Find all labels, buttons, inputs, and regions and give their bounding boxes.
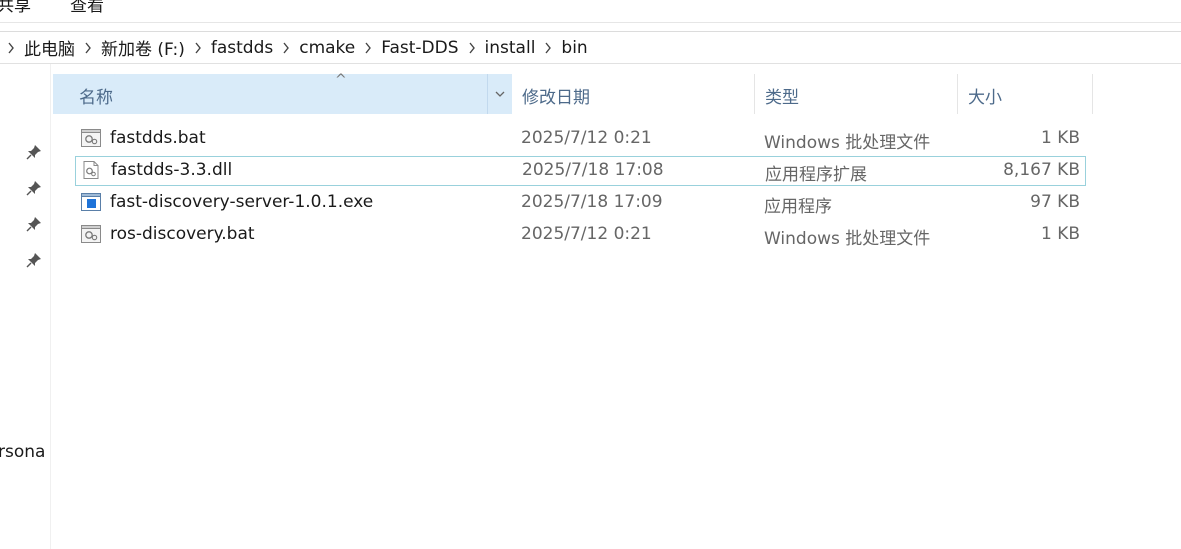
file-date: 2025/7/12 0:21: [521, 128, 652, 148]
exe-file-icon: [81, 193, 101, 211]
sort-ascending-icon: ^: [335, 72, 347, 88]
breadcrumb: 此电脑 新加卷 (F:) fastdds cmake Fast-DDS inst…: [0, 32, 590, 63]
file-size: 1 KB: [1040, 128, 1080, 148]
breadcrumb-item-fast-dds[interactable]: Fast-DDS: [379, 38, 460, 58]
column-header-date[interactable]: 修改日期: [512, 74, 754, 114]
chevron-right-icon[interactable]: [461, 42, 483, 54]
file-name: ros-discovery.bat: [110, 224, 255, 244]
chevron-right-icon[interactable]: [0, 42, 22, 54]
file-date: 2025/7/12 0:21: [521, 224, 652, 244]
column-header-size[interactable]: 大小: [958, 74, 1092, 114]
breadcrumb-item-bin[interactable]: bin: [559, 38, 589, 58]
file-row[interactable]: fast-discovery-server-1.0.1.exe 2025/7/1…: [75, 188, 1086, 218]
breadcrumb-item-install[interactable]: install: [483, 38, 538, 58]
chevron-right-icon[interactable]: [357, 42, 379, 54]
column-header-size-label: 大小: [968, 88, 1002, 108]
tab-view[interactable]: 查看: [70, 0, 104, 16]
breadcrumb-item-this-pc[interactable]: 此电脑: [22, 35, 77, 60]
file-row[interactable]: fastdds.bat 2025/7/12 0:21 Windows 批处理文件…: [75, 124, 1086, 154]
dll-file-icon: [83, 161, 99, 179]
navigation-pane: rsona: [0, 64, 51, 549]
file-type: Windows 批处理文件: [764, 133, 931, 153]
nav-item-personal[interactable]: rsona: [0, 442, 45, 462]
file-name: fast-discovery-server-1.0.1.exe: [110, 192, 374, 212]
column-divider[interactable]: [1092, 74, 1093, 114]
breadcrumb-item-volume-f[interactable]: 新加卷 (F:): [99, 35, 187, 60]
chevron-right-icon[interactable]: [537, 42, 559, 54]
file-size: 97 KB: [1030, 192, 1080, 212]
pin-icon[interactable]: [26, 144, 42, 160]
file-name: fastdds.bat: [110, 128, 206, 148]
batch-file-icon: [81, 225, 101, 243]
file-size: 1 KB: [1040, 224, 1080, 244]
chevron-right-icon[interactable]: [275, 42, 297, 54]
column-header-type-label: 类型: [765, 88, 799, 108]
file-name: fastdds-3.3.dll: [111, 160, 233, 180]
pin-icon[interactable]: [26, 252, 42, 268]
breadcrumb-item-cmake[interactable]: cmake: [297, 38, 357, 58]
column-header-name[interactable]: ^ 名称: [53, 72, 512, 114]
file-type: 应用程序扩展: [765, 165, 867, 185]
column-header-type[interactable]: 类型: [755, 74, 957, 114]
ribbon-divider: [0, 22, 1181, 23]
file-date: 2025/7/18 17:09: [521, 192, 663, 212]
file-type: Windows 批处理文件: [764, 229, 931, 249]
pin-icon[interactable]: [26, 180, 42, 196]
batch-file-icon: [81, 129, 101, 147]
column-header-name-label: 名称: [79, 88, 113, 108]
breadcrumb-item-fastdds[interactable]: fastdds: [209, 38, 275, 58]
file-row[interactable]: fastdds-3.3.dll 2025/7/18 17:08 应用程序扩展 8…: [75, 156, 1086, 186]
chevron-right-icon[interactable]: [187, 42, 209, 54]
pin-icon[interactable]: [26, 216, 42, 232]
chevron-right-icon[interactable]: [77, 42, 99, 54]
file-row[interactable]: ros-discovery.bat 2025/7/12 0:21 Windows…: [75, 220, 1086, 250]
address-bar[interactable]: 此电脑 新加卷 (F:) fastdds cmake Fast-DDS inst…: [0, 32, 1181, 64]
file-type: 应用程序: [764, 197, 832, 217]
column-header-date-label: 修改日期: [522, 88, 590, 108]
file-date: 2025/7/18 17:08: [522, 160, 664, 180]
file-size: 8,167 KB: [1003, 160, 1080, 180]
tab-share[interactable]: 共享: [0, 0, 31, 16]
chevron-down-icon: [495, 91, 505, 97]
ribbon-tabs: 共享 查看: [0, 0, 1181, 16]
column-filter-dropdown[interactable]: [487, 74, 512, 114]
